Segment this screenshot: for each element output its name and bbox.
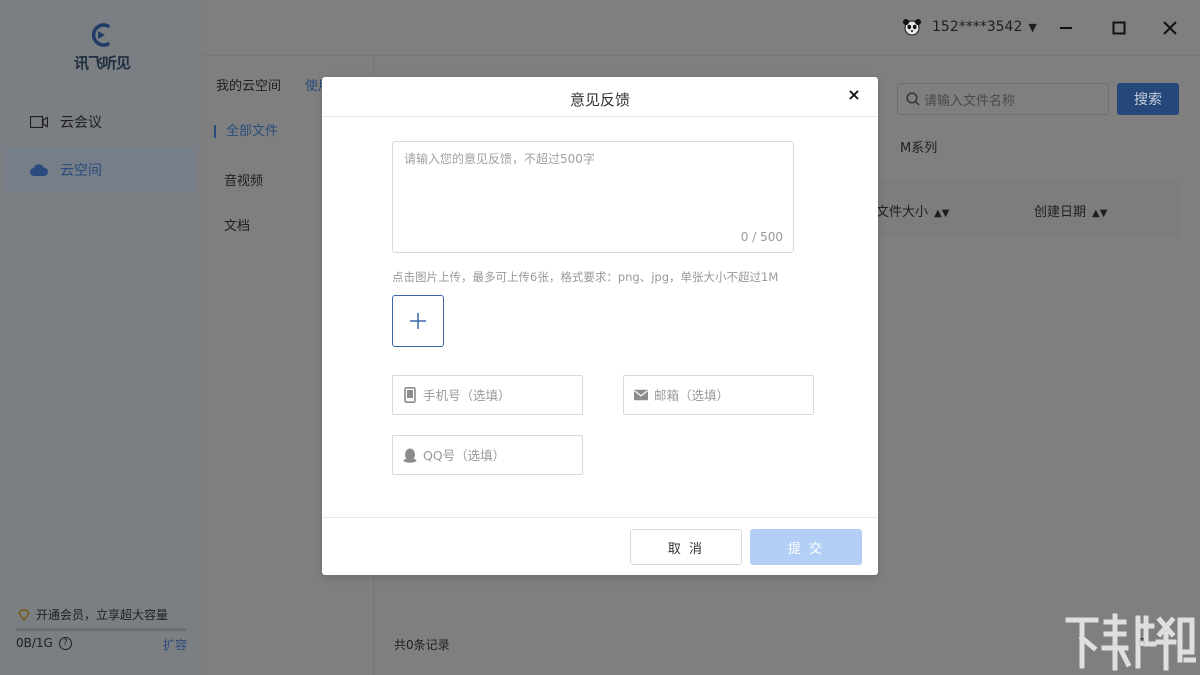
column-file-size[interactable]: 文件大小 ▲▼ xyxy=(876,201,949,220)
phone-icon xyxy=(403,387,417,403)
app-logo: 讯飞听见 xyxy=(70,20,134,76)
diamond-icon xyxy=(18,608,30,621)
qq-field[interactable] xyxy=(392,435,583,475)
account-menu[interactable]: 152****3542 ▼ xyxy=(902,17,1037,37)
qq-penguin-icon xyxy=(403,447,417,463)
submit-button[interactable]: 提 交 xyxy=(750,529,862,565)
search-button[interactable]: 搜索 xyxy=(1117,83,1179,115)
panel-title: 我的云空间 xyxy=(216,79,282,94)
sidebar-item-label: 云会议 xyxy=(60,115,102,131)
sidebar-item-meeting[interactable]: 云会议 xyxy=(6,99,196,145)
dialog-footer: 取 消 提 交 xyxy=(322,517,878,575)
close-icon[interactable]: × xyxy=(844,85,864,105)
quota-usage: 0B/1G ? xyxy=(16,636,72,650)
feedback-textarea[interactable] xyxy=(393,142,793,252)
table-header: 文件大小 ▲▼ 创建日期 ▲▼ xyxy=(840,181,1180,236)
close-window-button[interactable] xyxy=(1156,14,1184,42)
sidebar: 讯飞听见 云会议 云空间 开通会员，立享超大容量 0B/1G ? 扩容 xyxy=(0,0,202,675)
feedback-dialog: 意见反馈 × 0 / 500 点击图片上传，最多可上传6张，格式要求：png、j… xyxy=(322,77,878,575)
panda-avatar-icon xyxy=(903,19,921,36)
chevron-down-icon: ▼ xyxy=(1028,20,1037,34)
expand-storage-link[interactable]: 扩容 xyxy=(163,636,187,653)
cancel-button[interactable]: 取 消 xyxy=(630,529,742,565)
char-counter: 0 / 500 xyxy=(740,230,783,244)
phone-input[interactable] xyxy=(423,387,573,403)
plus-icon xyxy=(410,313,426,329)
phone-field[interactable] xyxy=(392,375,583,415)
dialog-header: 意见反馈 × xyxy=(322,77,878,117)
minimize-button[interactable] xyxy=(1052,14,1080,42)
sort-icon: ▲▼ xyxy=(1092,208,1108,219)
search-placeholder: 请输入文件名称 xyxy=(924,93,1016,109)
email-field[interactable] xyxy=(623,375,814,415)
upload-image-button[interactable] xyxy=(392,295,444,347)
column-created-date[interactable]: 创建日期 ▲▼ xyxy=(1034,201,1107,220)
quota-text: 0B/1G xyxy=(16,636,53,650)
feedback-textarea-wrapper: 0 / 500 xyxy=(392,141,794,253)
category-audio-video[interactable]: 音视频 xyxy=(224,170,263,189)
category-documents[interactable]: 文档 xyxy=(224,215,250,234)
category-all-files[interactable]: 全部文件 xyxy=(214,125,278,138)
cloud-icon xyxy=(30,162,50,178)
sidebar-item-cloud-space[interactable]: 云空间 xyxy=(6,147,196,193)
app-window: 讯飞听见 云会议 云空间 开通会员，立享超大容量 0B/1G ? 扩容 152*… xyxy=(0,0,1200,675)
search-icon xyxy=(906,92,920,106)
logo-text: 讯飞听见 xyxy=(73,54,131,72)
vip-promo[interactable]: 开通会员，立享超大容量 xyxy=(18,606,168,623)
help-icon[interactable]: ? xyxy=(58,636,72,650)
sort-icon: ▲▼ xyxy=(934,208,950,219)
column-label: 文件大小 xyxy=(876,205,929,220)
upload-hint: 点击图片上传，最多可上传6张，格式要求：png、jpg，单张大小不超过1M xyxy=(392,270,779,284)
qq-input[interactable] xyxy=(423,447,573,463)
column-label: 创建日期 xyxy=(1034,205,1087,220)
title-bar: 152****3542 ▼ xyxy=(202,0,1200,56)
account-name: 152****3542 xyxy=(932,19,1023,35)
dialog-title: 意见反馈 xyxy=(569,91,630,109)
vip-text: 开通会员，立享超大容量 xyxy=(36,608,169,622)
record-count: 共0条记录 xyxy=(394,638,450,652)
video-camera-icon xyxy=(30,114,50,130)
search-input[interactable]: 请输入文件名称 xyxy=(897,83,1109,115)
mail-icon xyxy=(634,387,648,403)
logo-icon xyxy=(91,23,110,47)
email-input[interactable] xyxy=(654,387,804,403)
quota-progress-bar xyxy=(16,628,186,631)
sidebar-item-label: 云空间 xyxy=(60,163,102,179)
maximize-button[interactable] xyxy=(1105,14,1133,42)
watermark-logo xyxy=(1065,613,1196,671)
filter-m-series[interactable]: M系列 xyxy=(900,137,937,156)
